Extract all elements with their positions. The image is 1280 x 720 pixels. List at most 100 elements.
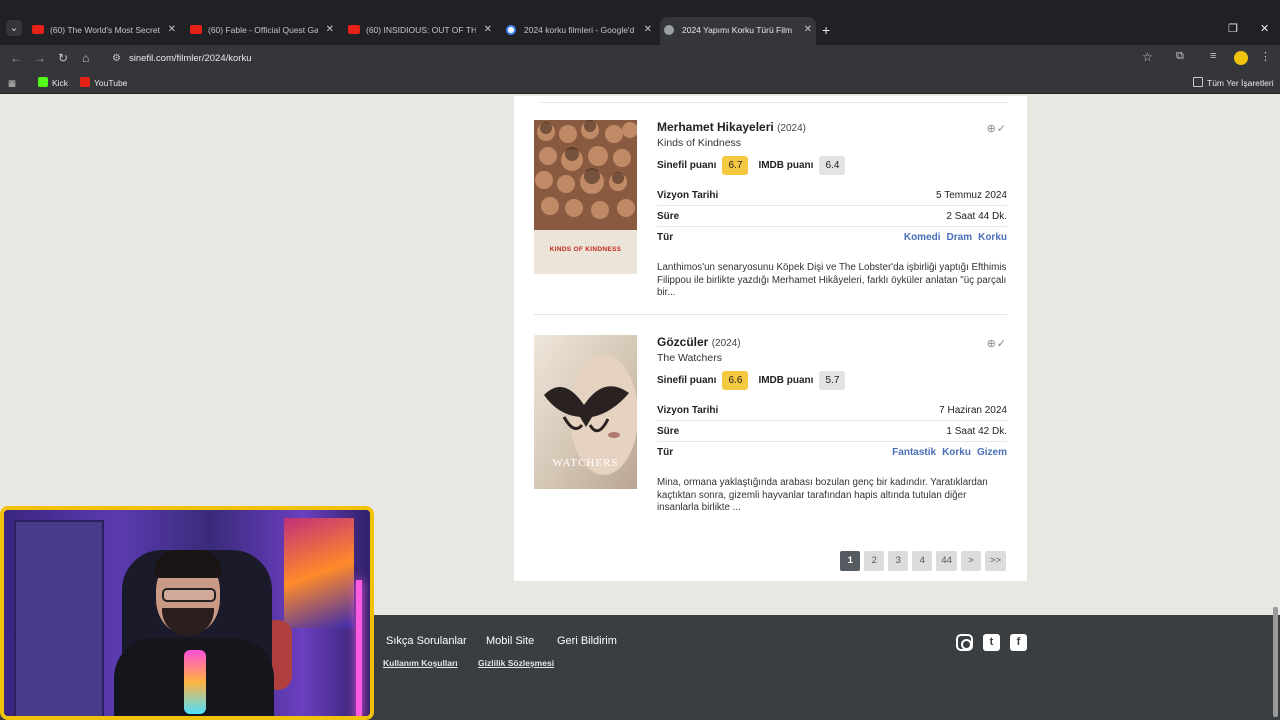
page-button[interactable]: 2 bbox=[864, 551, 885, 571]
tab-title: (60) The World's Most Secretive bbox=[50, 25, 160, 35]
genre-link[interactable]: Dram bbox=[947, 232, 973, 243]
privacy-link[interactable]: Gizlilik Sözleşmesi bbox=[478, 658, 554, 668]
apps-icon[interactable]: ▦ bbox=[8, 76, 16, 90]
imdb-score-badge: 5.7 bbox=[819, 371, 846, 390]
webcam-wall-poster bbox=[284, 518, 354, 628]
scrollbar-thumb[interactable] bbox=[1273, 607, 1278, 717]
tab-2[interactable]: (60) Fable - Official Quest Gam ✕ bbox=[186, 17, 338, 43]
movie-title[interactable]: Gözcüler bbox=[657, 335, 708, 349]
tab-1[interactable]: (60) The World's Most Secretive ✕ bbox=[28, 17, 180, 43]
movie-title[interactable]: Merhamet Hikayeleri bbox=[657, 120, 774, 134]
movie-poster[interactable]: KINDS OF KINDNESS bbox=[534, 120, 637, 274]
faq-link[interactable]: Sıkça Sorulanlar bbox=[386, 635, 467, 647]
duration-label: Süre bbox=[657, 426, 680, 437]
terms-link[interactable]: Kullanım Koşulları bbox=[383, 658, 458, 668]
youtube-icon bbox=[32, 25, 44, 34]
tab-4[interactable]: 2024 korku filmleri - Google'da ✕ bbox=[502, 17, 656, 43]
add-icon[interactable]: ⊕ bbox=[987, 338, 997, 350]
release-value: 5 Temmuz 2024 bbox=[936, 190, 1007, 201]
page-button[interactable]: 44 bbox=[936, 551, 957, 571]
movie-year: (2024) bbox=[711, 338, 741, 349]
genre-links: Komedi Dram Korku bbox=[898, 227, 1007, 248]
webcam-neon-light bbox=[356, 580, 362, 716]
youtube-icon bbox=[348, 25, 360, 34]
genre-label: Tür bbox=[657, 232, 674, 243]
home-icon[interactable]: ⌂ bbox=[82, 51, 89, 65]
close-window-icon[interactable]: ✕ bbox=[1260, 22, 1269, 35]
reload-icon[interactable]: ↻ bbox=[58, 51, 68, 65]
menu-icon[interactable]: ⋮ bbox=[1260, 50, 1271, 63]
close-tab-icon[interactable]: ✕ bbox=[484, 17, 492, 43]
facebook-icon[interactable]: f bbox=[1010, 634, 1027, 651]
movie-actions: ⊕✓ bbox=[987, 337, 1007, 350]
duration-row: Süre 1 Saat 42 Dk. bbox=[657, 421, 1007, 442]
webcam-overlay bbox=[0, 506, 374, 720]
last-page-button[interactable]: >> bbox=[984, 551, 1006, 571]
scores: Sinefil puanı 6.7 IMDB puanı 6.4 bbox=[657, 156, 1007, 176]
genre-row: Tür Komedi Dram Korku bbox=[657, 227, 1007, 248]
url-text: sinefil.com/filmler/2024/korku bbox=[129, 53, 252, 64]
page-button[interactable]: 4 bbox=[912, 551, 933, 571]
check-icon[interactable]: ✓ bbox=[997, 338, 1007, 350]
tab-search-icon[interactable]: ⌄ bbox=[6, 20, 22, 36]
bookmark-youtube[interactable]: YouTube bbox=[80, 76, 127, 90]
close-tab-icon[interactable]: ✕ bbox=[804, 17, 812, 43]
movie-description: Lanthimos'un senaryosunu Köpek Dişi ve T… bbox=[657, 262, 1007, 298]
movie-list-card: KINDS OF KINDNESS Merhamet Hikayeleri (2… bbox=[514, 96, 1027, 581]
check-icon[interactable]: ✓ bbox=[997, 123, 1007, 135]
tab-title: 2024 korku filmleri - Google'da bbox=[524, 25, 634, 35]
poster-title-text: KINDS OF KINDNESS bbox=[549, 246, 622, 253]
mobile-site-link[interactable]: Mobil Site bbox=[486, 635, 534, 647]
scores: Sinefil puanı 6.6 IMDB puanı 5.7 bbox=[657, 371, 1007, 391]
movie-actions: ⊕✓ bbox=[987, 122, 1007, 135]
tab-title: (60) Fable - Official Quest Gam bbox=[208, 25, 318, 35]
close-tab-icon[interactable]: ✕ bbox=[168, 17, 176, 43]
close-tab-icon[interactable]: ✕ bbox=[644, 17, 652, 43]
tab-3[interactable]: (60) INSIDIOUS: OUT OF THE F ✕ bbox=[344, 17, 496, 43]
genre-link[interactable]: Gizem bbox=[977, 447, 1007, 458]
genre-link[interactable]: Komedi bbox=[904, 232, 941, 243]
feedback-link[interactable]: Geri Bildirim bbox=[557, 635, 617, 647]
webcam-person-glasses bbox=[162, 588, 216, 602]
bookmark-kick[interactable]: Kick bbox=[38, 76, 68, 90]
new-tab-icon[interactable]: + bbox=[822, 22, 830, 38]
site-info-icon[interactable]: ⚙ bbox=[112, 47, 121, 70]
sinefil-score-badge: 6.7 bbox=[722, 156, 749, 175]
release-row: Vizyon Tarihi 5 Temmuz 2024 bbox=[657, 185, 1007, 206]
kick-icon bbox=[38, 77, 48, 87]
genre-link[interactable]: Korku bbox=[942, 447, 971, 458]
tab-5-active[interactable]: 2024 Yapımı Korku Türü Filmler ✕ bbox=[660, 17, 816, 45]
genre-link[interactable]: Korku bbox=[978, 232, 1007, 243]
release-label: Vizyon Tarihi bbox=[657, 405, 719, 416]
tab-title: (60) INSIDIOUS: OUT OF THE F bbox=[366, 25, 476, 35]
back-icon[interactable]: ← bbox=[10, 51, 22, 65]
page-button-current[interactable]: 1 bbox=[840, 551, 861, 571]
folder-icon bbox=[1193, 77, 1203, 87]
youtube-icon bbox=[190, 25, 202, 34]
poster-title-text: WATCHERS bbox=[552, 457, 619, 469]
release-row: Vizyon Tarihi 7 Haziran 2024 bbox=[657, 400, 1007, 421]
genre-links: Fantastik Korku Gizem bbox=[886, 442, 1007, 463]
forward-icon[interactable]: → bbox=[34, 51, 46, 65]
webcam-microphone bbox=[184, 650, 206, 714]
all-bookmarks-label: Tüm Yer İşaretleri bbox=[1207, 78, 1274, 88]
twitter-icon[interactable]: t bbox=[983, 634, 1000, 651]
instagram-icon[interactable] bbox=[956, 634, 973, 651]
address-bar[interactable]: ⚙ sinefil.com/filmler/2024/korku bbox=[104, 47, 1164, 70]
details-table: Vizyon Tarihi 5 Temmuz 2024 Süre 2 Saat 44… bbox=[657, 185, 1007, 248]
extensions-icon[interactable]: ⧉ bbox=[1176, 50, 1184, 63]
details-table: Vizyon Tarihi 7 Haziran 2024 Süre 1 Saat 4… bbox=[657, 400, 1007, 463]
duration-label: Süre bbox=[657, 211, 680, 222]
genre-link[interactable]: Fantastik bbox=[892, 447, 936, 458]
bookmark-star-icon[interactable]: ☆ bbox=[1142, 50, 1153, 64]
all-bookmarks[interactable]: Tüm Yer İşaretleri bbox=[1193, 76, 1274, 90]
profile-avatar[interactable] bbox=[1234, 51, 1248, 65]
site-icon bbox=[664, 25, 674, 35]
movie-poster[interactable]: WATCHERS bbox=[534, 335, 637, 489]
page-button[interactable]: 3 bbox=[888, 551, 909, 571]
close-tab-icon[interactable]: ✕ bbox=[326, 17, 334, 43]
media-icon[interactable]: ≡ bbox=[1210, 50, 1216, 62]
add-icon[interactable]: ⊕ bbox=[987, 123, 997, 135]
next-page-button[interactable]: > bbox=[960, 551, 981, 571]
restore-icon[interactable]: ❐ bbox=[1228, 22, 1238, 35]
